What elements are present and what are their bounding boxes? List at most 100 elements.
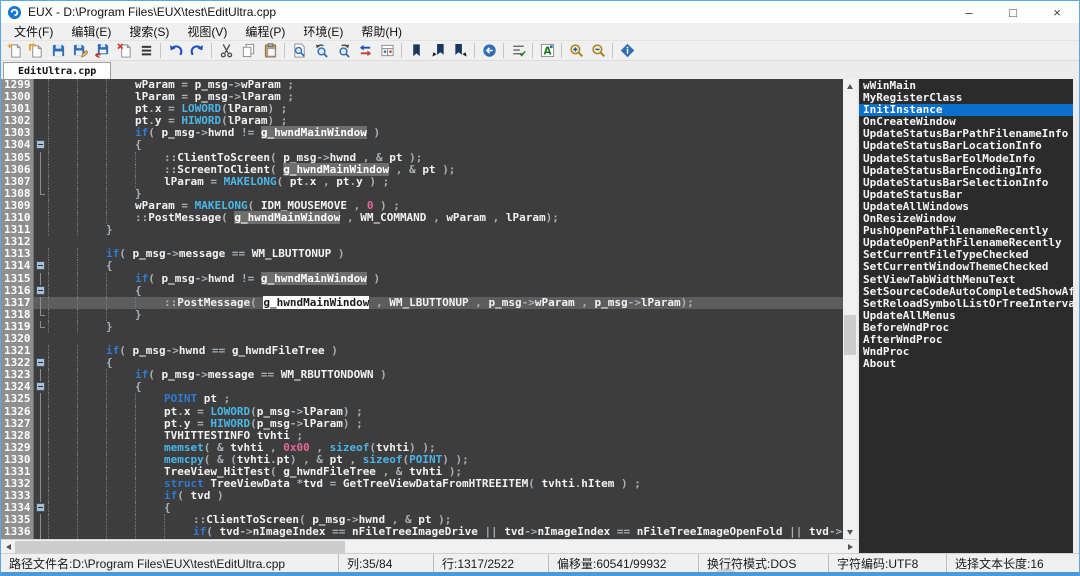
- fold-margin[interactable]: [34, 236, 48, 248]
- toolbar-save-button[interactable]: [47, 41, 69, 60]
- fold-margin[interactable]: [34, 502, 48, 514]
- code-line[interactable]: 1302pt.y = HIWORD(lParam) ;: [1, 115, 843, 127]
- code-line[interactable]: 1310::PostMessage( g_hwndMainWindow , WM…: [1, 212, 843, 224]
- line-number[interactable]: 1316: [1, 285, 34, 297]
- scroll-up-arrow[interactable]: [843, 79, 857, 93]
- symbol-list-scrollbar[interactable]: [1073, 79, 1079, 553]
- line-number[interactable]: 1315: [1, 273, 34, 285]
- fold-margin[interactable]: [34, 115, 48, 127]
- fold-margin[interactable]: [34, 526, 48, 538]
- fold-collapse-icon[interactable]: [36, 140, 45, 149]
- fold-margin[interactable]: [34, 164, 48, 176]
- fold-margin[interactable]: [34, 333, 48, 345]
- toolbar-view-options-button[interactable]: [507, 41, 529, 60]
- maximize-button[interactable]: □: [991, 1, 1035, 23]
- fold-margin[interactable]: [34, 357, 48, 369]
- menu-search[interactable]: 搜索(S): [120, 23, 178, 41]
- line-number[interactable]: 1336: [1, 526, 34, 538]
- toolbar-close-file-button[interactable]: [113, 41, 135, 60]
- fold-collapse-icon[interactable]: [36, 382, 45, 391]
- toolbar-open-file-button[interactable]: [25, 41, 47, 60]
- code-line[interactable]: 1299wParam = p_msg->wParam ;: [1, 79, 843, 91]
- fold-collapse-icon[interactable]: [36, 358, 45, 367]
- line-number[interactable]: 1326: [1, 406, 34, 418]
- code-line[interactable]: 1322{: [1, 357, 843, 369]
- toolbar-find-button[interactable]: [288, 41, 310, 60]
- minimize-button[interactable]: –: [947, 1, 991, 23]
- fold-margin[interactable]: [34, 418, 48, 430]
- code-line[interactable]: 1307lParam = MAKELONG( pt.x , pt.y ) ;: [1, 176, 843, 188]
- symbol-item[interactable]: SetCurrentWindowThemeChecked: [859, 261, 1073, 273]
- fold-margin[interactable]: [34, 224, 48, 236]
- code-line[interactable]: 1326pt.x = LOWORD(p_msg->lParam) ;: [1, 406, 843, 418]
- menu-file[interactable]: 文件(F): [5, 23, 62, 41]
- vertical-scrollbar[interactable]: [843, 79, 857, 539]
- toolbar-cut-button[interactable]: [215, 41, 237, 60]
- menu-help[interactable]: 帮助(H): [352, 23, 411, 41]
- code-line[interactable]: 1306::ScreenToClient( g_hwndMainWindow ,…: [1, 164, 843, 176]
- fold-margin[interactable]: [34, 91, 48, 103]
- toolbar-save-all-button[interactable]: [91, 41, 113, 60]
- tab-editultra-cpp[interactable]: EditUltra.cpp: [3, 62, 111, 79]
- fold-margin[interactable]: [34, 127, 48, 139]
- line-number[interactable]: 1327: [1, 418, 34, 430]
- code-line[interactable]: 1301pt.x = LOWORD(lParam) ;: [1, 103, 843, 115]
- fold-margin[interactable]: [34, 369, 48, 381]
- fold-margin[interactable]: [34, 79, 48, 91]
- line-number[interactable]: 1304: [1, 139, 34, 151]
- menu-program[interactable]: 编程(P): [236, 23, 294, 41]
- fold-collapse-icon[interactable]: [36, 261, 45, 270]
- code-line[interactable]: 1327pt.y = HIWORD(p_msg->lParam) ;: [1, 418, 843, 430]
- toolbar-about-button[interactable]: [616, 41, 638, 60]
- fold-margin[interactable]: [34, 103, 48, 115]
- fold-margin[interactable]: [34, 381, 48, 393]
- fold-collapse-icon[interactable]: [36, 286, 45, 295]
- code-line[interactable]: 1314{: [1, 260, 843, 272]
- fold-margin[interactable]: [34, 273, 48, 285]
- toolbar-replace-button[interactable]: [354, 41, 376, 60]
- fold-margin[interactable]: [34, 309, 48, 321]
- fold-margin[interactable]: [34, 285, 48, 297]
- fold-margin[interactable]: [34, 466, 48, 478]
- fold-margin[interactable]: [34, 297, 48, 309]
- toolbar-save-as-button[interactable]: [69, 41, 91, 60]
- fold-margin[interactable]: [34, 345, 48, 357]
- toolbar-bookmark-next-button[interactable]: [449, 41, 471, 60]
- line-number[interactable]: 1325: [1, 393, 34, 405]
- toolbar-find-prev-button[interactable]: [310, 41, 332, 60]
- fold-margin[interactable]: [34, 176, 48, 188]
- toolbar-zoom-in-button[interactable]: [565, 41, 587, 60]
- code-line[interactable]: 1324{: [1, 381, 843, 393]
- close-button[interactable]: ×: [1035, 1, 1079, 23]
- code-line[interactable]: 1333if( tvd ): [1, 490, 843, 502]
- toolbar-bookmark-toggle-button[interactable]: [405, 41, 427, 60]
- menu-view[interactable]: 视图(V): [178, 23, 236, 41]
- symbol-item[interactable]: About: [859, 358, 1073, 370]
- line-number[interactable]: 1306: [1, 164, 34, 176]
- toolbar-undo-button[interactable]: [164, 41, 186, 60]
- menu-edit[interactable]: 编辑(E): [62, 23, 120, 41]
- toolbar-bookmark-prev-button[interactable]: [427, 41, 449, 60]
- horizontal-scrollbar-thumb[interactable]: [15, 541, 345, 553]
- code-line[interactable]: 1336if( tvd->nImageIndex == nFileTreeIma…: [1, 526, 843, 538]
- fold-margin[interactable]: [34, 393, 48, 405]
- code-line[interactable]: 1311}: [1, 224, 843, 236]
- toolbar-redo-button[interactable]: [186, 41, 208, 60]
- fold-margin[interactable]: [34, 139, 48, 151]
- code-line[interactable]: 1315if( p_msg->hwnd != g_hwndMainWindow …: [1, 273, 843, 285]
- fold-margin[interactable]: [34, 478, 48, 490]
- code-line[interactable]: 1332struct TreeViewData *tvd = GetTreeVi…: [1, 478, 843, 490]
- fold-margin[interactable]: [34, 406, 48, 418]
- toolbar-navigate-back-button[interactable]: [478, 41, 500, 60]
- fold-margin[interactable]: [34, 152, 48, 164]
- fold-margin[interactable]: [34, 454, 48, 466]
- toolbar-new-file-button[interactable]: [3, 41, 25, 60]
- fold-margin[interactable]: [34, 188, 48, 200]
- fold-margin[interactable]: [34, 321, 48, 333]
- fold-margin[interactable]: [34, 260, 48, 272]
- horizontal-scrollbar[interactable]: [1, 539, 857, 553]
- title-bar[interactable]: EUX - D:\Program Files\EUX\test\EditUltr…: [1, 1, 1079, 23]
- line-number[interactable]: 1305: [1, 152, 34, 164]
- fold-margin[interactable]: [34, 200, 48, 212]
- code-line[interactable]: 1317::PostMessage( g_hwndMainWindow , WM…: [1, 297, 843, 309]
